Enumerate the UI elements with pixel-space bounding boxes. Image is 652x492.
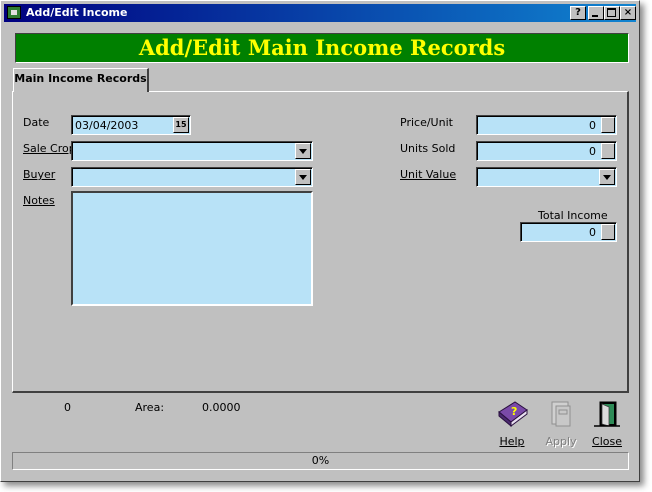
date-field[interactable]: 03/04/2003 15 [71, 115, 191, 135]
date-value: 03/04/2003 [75, 119, 139, 132]
unit-value-select[interactable] [476, 167, 617, 187]
progress-text: 0% [311, 454, 330, 467]
chevron-down-icon[interactable] [599, 169, 615, 185]
price-unit-label: Price/Unit [400, 116, 453, 129]
date-label: Date [23, 116, 50, 129]
close-window-button[interactable]: × [620, 6, 636, 20]
close-button[interactable]: Close [587, 398, 627, 448]
units-sold-label: Units Sold [400, 142, 456, 155]
notes-textarea[interactable] [71, 191, 313, 306]
main-window: Add/Edit Income ? × Add/Edit Main Income… [0, 0, 640, 482]
maximize-button[interactable] [604, 6, 620, 20]
title-bar[interactable]: Add/Edit Income ? × [4, 4, 636, 22]
calendar-icon[interactable]: 15 [173, 117, 189, 133]
record-count: 0 [64, 401, 71, 414]
minimize-icon [592, 15, 598, 17]
sale-crop-label: Sale Crop [23, 142, 76, 155]
close-label: Close [592, 435, 622, 448]
apply-label: Apply [545, 435, 577, 448]
exit-door-icon [594, 401, 620, 427]
sale-crop-select[interactable] [71, 141, 313, 161]
window-title: Add/Edit Income [26, 6, 128, 19]
help-label: Help [499, 435, 525, 448]
notes-label: Notes [23, 194, 55, 207]
progress-bar: 0% [12, 452, 629, 470]
chevron-down-icon[interactable] [295, 169, 311, 185]
chevron-down-icon[interactable] [295, 143, 311, 159]
help-button[interactable]: ? Help [492, 398, 532, 448]
units-sold-field[interactable]: 0 [476, 141, 617, 161]
minimize-button[interactable] [588, 6, 604, 20]
buyer-label: Buyer [23, 168, 56, 181]
apply-button[interactable]: Apply [541, 398, 581, 448]
buyer-select[interactable] [71, 167, 313, 187]
tab-main-income-records[interactable]: Main Income Records [13, 68, 149, 92]
unit-value-label: Unit Value [400, 168, 457, 181]
app-icon [7, 6, 21, 19]
area-label: Area: [135, 401, 165, 414]
calculator-button[interactable] [601, 224, 615, 240]
total-income-field: 0 [520, 222, 617, 242]
price-unit-field[interactable]: 0 [476, 115, 617, 135]
total-income-label: Total Income [538, 209, 608, 222]
area-value: 0.0000 [202, 401, 241, 414]
apply-disabled-icon [551, 401, 571, 427]
calculator-button[interactable] [601, 117, 615, 133]
calculator-button[interactable] [601, 143, 615, 159]
help-title-button[interactable]: ? [570, 6, 586, 20]
svg-text:?: ? [511, 405, 517, 418]
help-book-icon: ? [498, 401, 528, 428]
maximize-icon [607, 8, 616, 17]
page-banner: Add/Edit Main Income Records [15, 33, 629, 63]
